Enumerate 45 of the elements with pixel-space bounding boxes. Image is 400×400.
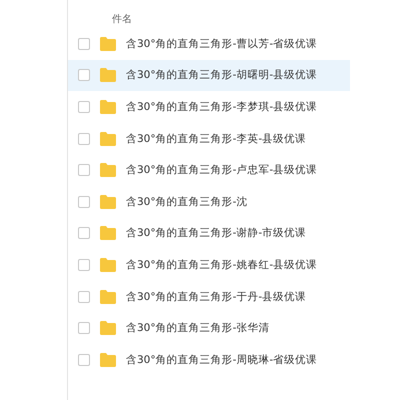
folder-icon: [100, 68, 116, 82]
file-name: 含30°角的直角三角形-李英-县级优课: [126, 132, 306, 146]
file-row[interactable]: 含30°角的直角三角形-姚春红-县级优课: [68, 249, 350, 281]
checkbox[interactable]: [78, 290, 90, 303]
file-row[interactable]: 含30°角的直角三角形-张华清: [68, 312, 350, 344]
file-row[interactable]: 含30°角的直角三角形-李英-县级优课: [68, 122, 350, 154]
file-row[interactable]: 含30°角的直角三角形-曹以芳-省级优课: [68, 28, 350, 60]
file-row[interactable]: 含30°角的直角三角形-周晓琳-省级优课: [68, 344, 350, 376]
folder-icon: [100, 36, 116, 51]
file-name: 含30°角的直角三角形-沈: [126, 194, 248, 209]
folder-icon: [100, 321, 116, 336]
checkbox[interactable]: [78, 132, 90, 145]
file-row[interactable]: 含30°角的直角三角形-谢静-市级优课: [68, 218, 350, 250]
file-row[interactable]: 含30°角的直角三角形-卢忠军-县级优课: [68, 154, 350, 186]
folder-icon: [100, 194, 116, 209]
checkbox[interactable]: [78, 322, 90, 334]
checkbox[interactable]: [78, 354, 90, 366]
file-row[interactable]: 含30°角的直角三角形-沈: [68, 186, 350, 218]
file-name: 含30°角的直角三角形-周晓琳-省级优课: [126, 352, 318, 367]
checkbox[interactable]: [78, 227, 90, 240]
checkbox[interactable]: [78, 38, 90, 50]
checkbox[interactable]: [78, 100, 90, 113]
file-name: 含30°角的直角三角形-张华清: [126, 321, 270, 336]
folder-icon: [100, 258, 116, 272]
folder-icon: [100, 132, 116, 146]
file-row[interactable]: 含30°角的直角三角形-于丹-县级优课: [68, 280, 350, 312]
file-row[interactable]: 含30°角的直角三角形-李梦琪-县级优课: [68, 91, 350, 123]
folder-icon: [100, 163, 116, 178]
file-name: 含30°角的直角三角形-李梦琪-县级优课: [126, 100, 318, 114]
file-name: 含30°角的直角三角形-于丹-县级优课: [126, 290, 306, 304]
file-row[interactable]: 含30°角的直角三角形-胡曙明-县级优课: [68, 60, 350, 92]
checkbox[interactable]: [78, 258, 90, 271]
folder-icon: [100, 226, 116, 240]
file-name: 含30°角的直角三角形-姚春红-县级优课: [126, 258, 318, 272]
checkbox[interactable]: [78, 164, 90, 176]
file-name: 含30°角的直角三角形-卢忠军-县级优课: [126, 163, 318, 178]
checkbox[interactable]: [78, 69, 90, 82]
folder-icon: [100, 100, 116, 114]
file-name: 含30°角的直角三角形-谢静-市级优课: [126, 226, 306, 240]
column-header[interactable]: 件名: [112, 12, 132, 26]
checkbox[interactable]: [78, 196, 90, 208]
file-name: 含30°角的直角三角形-胡曙明-县级优课: [126, 68, 318, 82]
file-name: 含30°角的直角三角形-曹以芳-省级优课: [126, 36, 318, 51]
folder-icon: [100, 290, 116, 304]
folder-icon: [100, 352, 116, 367]
